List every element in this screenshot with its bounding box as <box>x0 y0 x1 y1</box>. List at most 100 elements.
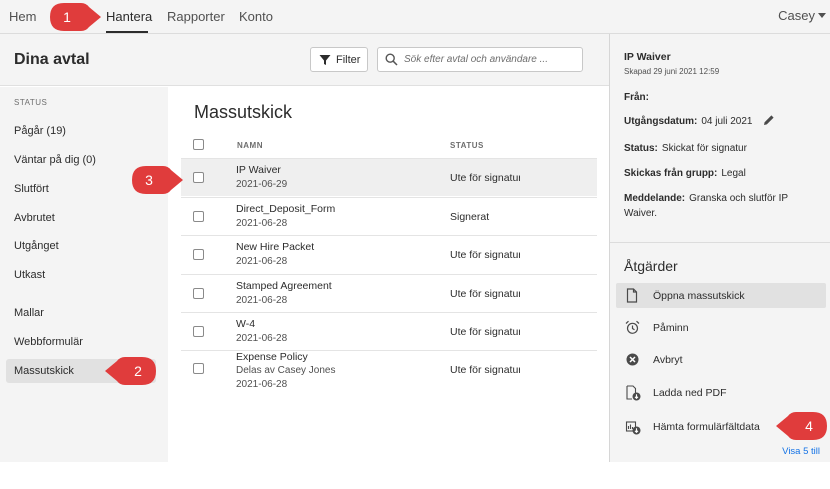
actions-title: Åtgärder <box>624 258 678 274</box>
download-pdf-icon <box>626 385 641 401</box>
row-checkbox[interactable] <box>193 326 204 337</box>
action-download-pdf[interactable]: Ladda ned PDF <box>616 380 826 405</box>
top-navigation: Hem Hantera Rapporter Konto Casey <box>0 0 830 34</box>
sidebar-item-mallar[interactable]: Mallar <box>14 307 44 319</box>
actions-divider <box>610 242 830 243</box>
row-date: 2021-06-28 <box>236 218 288 229</box>
callout-marker-3: 3 <box>131 165 183 195</box>
sidebar-status-heading: STATUS <box>14 98 48 107</box>
row-name: IP Waiver <box>236 164 281 176</box>
table-row[interactable]: New Hire Packet 2021-06-28 Ute för signa… <box>181 235 597 273</box>
chevron-down-icon <box>818 13 826 18</box>
row-checkbox[interactable] <box>193 288 204 299</box>
row-name: Direct_Deposit_Form <box>236 203 336 215</box>
callout-number: 2 <box>134 363 142 379</box>
nav-hantera[interactable]: Hantera <box>106 9 152 24</box>
funnel-icon <box>319 55 331 65</box>
sidebar: STATUS Pågår (19) Väntar på dig (0) Slut… <box>0 87 168 462</box>
details-expiry: Utgångsdatum: 04 juli 2021 <box>624 114 820 129</box>
action-open-mass-send[interactable]: Öppna massutskick <box>616 283 826 308</box>
details-panel: IP Waiver Skapad 29 juni 2021 12:59 Från… <box>610 34 830 462</box>
row-checkbox[interactable] <box>193 363 204 374</box>
show-more-link[interactable]: Visa 5 till <box>782 446 820 457</box>
bottom-margin <box>0 462 830 489</box>
column-header-name: NAMN <box>237 141 263 150</box>
group-value: Legal <box>721 168 746 179</box>
main-content: Massutskick NAMN STATUS IP Waiver 2021-0… <box>168 87 609 462</box>
row-status: Signerat <box>450 211 490 223</box>
search-input[interactable] <box>404 51 579 68</box>
action-label: Ladda ned PDF <box>653 387 727 399</box>
sidebar-item-slutfort[interactable]: Slutfört <box>14 183 49 195</box>
details-from: Från: <box>624 90 820 105</box>
from-label: Från: <box>624 92 649 103</box>
message-label: Meddelande: <box>624 193 686 204</box>
callout-number: 3 <box>145 172 153 188</box>
search-icon <box>385 53 398 66</box>
table-row[interactable]: W-4 2021-06-28 Ute för signatur <box>181 312 597 350</box>
callout-number: 4 <box>805 418 813 434</box>
sidebar-item-webbformular[interactable]: Webbformulär <box>14 336 83 348</box>
expiry-value: 04 juli 2021 <box>701 116 753 127</box>
action-cancel[interactable]: Avbryt <box>616 347 826 372</box>
details-message: Meddelande: Granska och slutför IP Waiver… <box>624 191 820 221</box>
user-name: Casey <box>778 8 815 23</box>
row-status: Ute för signatur <box>450 364 520 376</box>
row-shared-by: Delas av Casey Jones <box>236 365 336 376</box>
row-checkbox[interactable] <box>193 172 204 183</box>
action-remind[interactable]: Påminn <box>616 315 826 340</box>
row-name: Expense Policy <box>236 351 308 363</box>
action-label: Hämta formulärfältdata <box>653 421 760 433</box>
table-row[interactable]: IP Waiver 2021-06-29 Ute för signatur <box>181 158 597 196</box>
column-header-status: STATUS <box>450 141 484 150</box>
callout-marker-1: 1 <box>49 2 101 32</box>
nav-konto[interactable]: Konto <box>239 9 273 24</box>
row-date: 2021-06-28 <box>236 295 288 306</box>
table-row[interactable]: Stamped Agreement 2021-06-28 Ute för sig… <box>181 274 597 312</box>
details-group: Skickas från grupp: Legal <box>624 166 820 181</box>
callout-marker-4: 4 <box>772 411 827 441</box>
table-row[interactable]: Expense Policy Delas av Casey Jones 2021… <box>181 350 597 394</box>
document-icon <box>626 288 638 303</box>
list-title: Massutskick <box>194 102 293 122</box>
pencil-icon[interactable] <box>763 114 775 126</box>
action-label: Avbryt <box>653 354 683 366</box>
nav-rapporter[interactable]: Rapporter <box>167 9 225 24</box>
row-name: New Hire Packet <box>236 241 315 253</box>
user-menu[interactable]: Casey <box>778 8 826 23</box>
search-box[interactable] <box>377 47 583 72</box>
page-title: Dina avtal <box>14 51 90 68</box>
sidebar-item-massutskick[interactable]: Massutskick <box>14 365 74 377</box>
form-data-icon <box>625 421 641 435</box>
row-checkbox[interactable] <box>193 249 204 260</box>
expiry-label: Utgångsdatum: <box>624 116 698 127</box>
row-date: 2021-06-29 <box>236 179 288 190</box>
row-status: Ute för signatur <box>450 249 520 261</box>
action-label: Öppna massutskick <box>653 290 745 302</box>
sidebar-item-utganget[interactable]: Utgånget <box>14 240 59 252</box>
row-name: W-4 <box>236 318 256 330</box>
callout-marker-2: 2 <box>101 356 156 386</box>
sidebar-item-avbrutet[interactable]: Avbrutet <box>14 212 55 224</box>
row-checkbox[interactable] <box>193 211 204 222</box>
cancel-circle-icon <box>626 353 639 366</box>
row-date: 2021-06-28 <box>236 256 288 267</box>
filter-button[interactable]: Filter <box>310 47 368 72</box>
select-all-checkbox[interactable] <box>193 139 204 150</box>
nav-hem[interactable]: Hem <box>9 9 36 24</box>
filter-label: Filter <box>336 54 361 66</box>
row-date: 2021-06-28 <box>236 379 288 390</box>
row-date: 2021-06-28 <box>236 333 288 344</box>
status-value: Skickat för signatur <box>661 143 747 154</box>
callout-number: 1 <box>63 9 71 25</box>
table-row[interactable]: Direct_Deposit_Form 2021-06-28 Signerat <box>181 197 597 235</box>
details-status: Status: Skickat för signatur <box>624 141 820 156</box>
row-status: Ute för signatur <box>450 288 520 300</box>
active-nav-indicator <box>106 31 148 33</box>
header-bar: Dina avtal Filter <box>0 34 609 86</box>
sidebar-item-vantar[interactable]: Väntar på dig (0) <box>14 154 96 166</box>
details-title: IP Waiver <box>624 51 671 63</box>
sidebar-item-utkast[interactable]: Utkast <box>14 269 45 281</box>
row-status: Ute för signatur <box>450 172 520 184</box>
sidebar-item-pagar[interactable]: Pågår (19) <box>14 125 66 137</box>
